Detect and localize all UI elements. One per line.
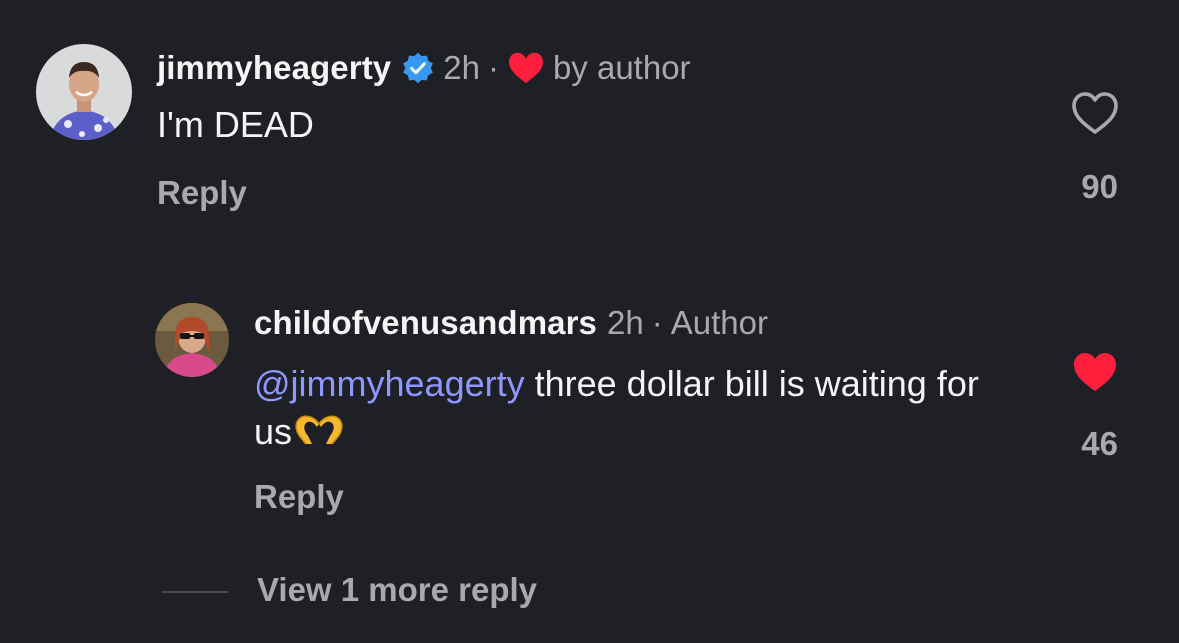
like-count: 46 [1081, 425, 1118, 462]
avatar-jimmyheagerty[interactable] [36, 44, 132, 140]
comment-username[interactable]: jimmyheagerty [157, 49, 391, 87]
reply-username[interactable]: childofvenusandmars [254, 304, 597, 342]
comment-timestamp: 2h [443, 49, 480, 86]
avatar-childofvenusandmars[interactable] [155, 303, 229, 377]
avatar-woman-sunglasses-icon [155, 303, 229, 377]
reply-text: @jimmyheagerty three dollar bill is wait… [254, 360, 994, 456]
separator-dot: · [487, 49, 499, 86]
comment-header: jimmyheagerty 2h · by author [157, 48, 691, 88]
heart-hands-emoji-icon [295, 415, 343, 445]
avatar-man-floral-shirt-icon [36, 44, 132, 140]
like-heart-outline-icon[interactable] [1070, 90, 1120, 136]
liked-by-author-label: by author [552, 49, 691, 86]
verified-badge-icon [403, 52, 434, 84]
view-more-replies-button[interactable]: View 1 more reply [257, 571, 537, 609]
reply-button[interactable]: Reply [254, 478, 344, 516]
mention-link[interactable]: @jimmyheagerty [254, 363, 525, 404]
replies-divider-line [162, 591, 228, 593]
reply-header: childofvenusandmars 2h · Author [254, 303, 768, 343]
separator-dot: · [651, 304, 663, 341]
reply-button[interactable]: Reply [157, 174, 247, 212]
like-heart-filled-icon[interactable] [1070, 349, 1120, 395]
like-count: 90 [1081, 168, 1118, 205]
liked-by-author-heart-icon [508, 52, 543, 84]
author-badge: Author [670, 304, 768, 341]
comment-text: I'm DEAD [157, 104, 314, 145]
reply-timestamp: 2h [607, 304, 644, 341]
